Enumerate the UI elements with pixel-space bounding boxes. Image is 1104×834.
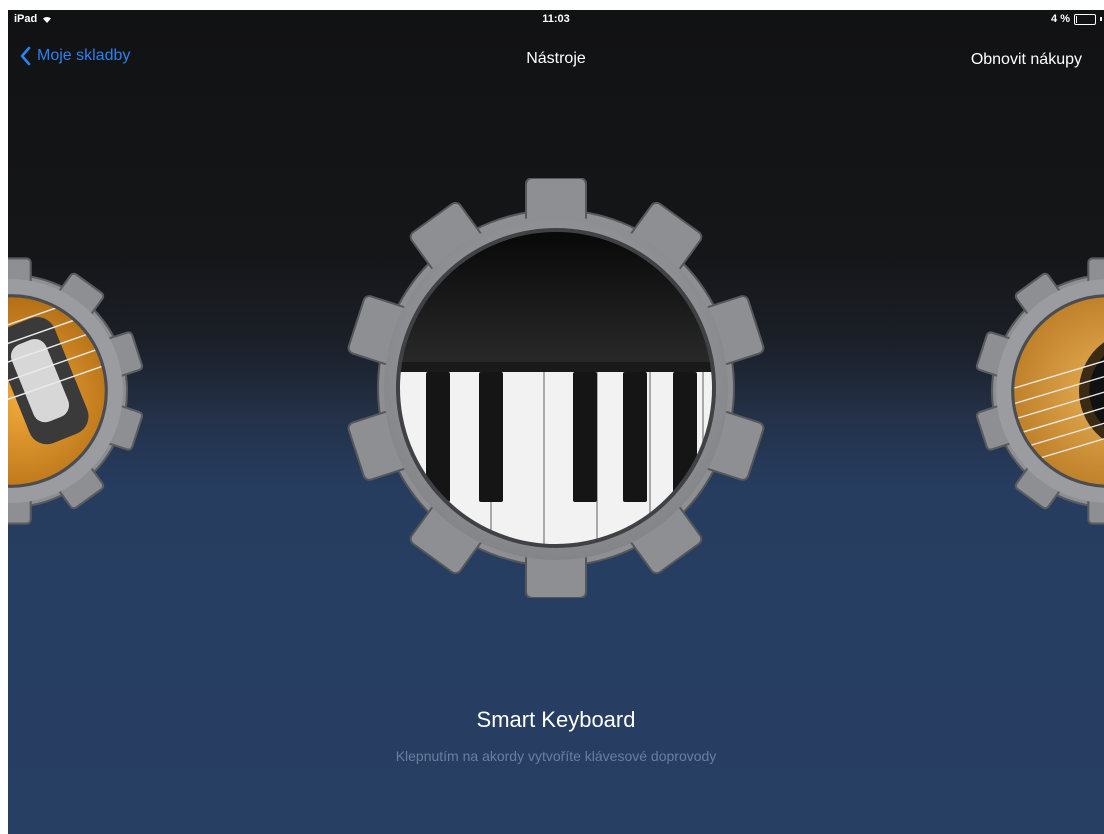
page-title: Nástroje [526, 50, 586, 67]
status-time: 11:03 [542, 13, 570, 25]
instrument-next[interactable] [963, 246, 1104, 536]
instrument-current[interactable] [346, 178, 766, 598]
instrument-prev[interactable] [8, 246, 156, 536]
battery-percent: 4 % [1051, 13, 1070, 25]
instrument-description: Klepnutím na akordy vytvoříte klávesové … [395, 748, 717, 764]
screen: iPad 11:03 4 % Moje skladby Nástroje Obn… [8, 10, 1104, 834]
battery-status: 4 % [1051, 13, 1102, 25]
instrument-name: Smart Keyboard [476, 707, 636, 732]
battery-icon [1074, 13, 1096, 25]
nav-bar: Moje skladby Nástroje Obnovit nákupy [8, 46, 1104, 76]
restore-purchases-button[interactable]: Obnovit nákupy [971, 51, 1082, 69]
status-bar: iPad 11:03 4 % [8, 10, 1104, 30]
